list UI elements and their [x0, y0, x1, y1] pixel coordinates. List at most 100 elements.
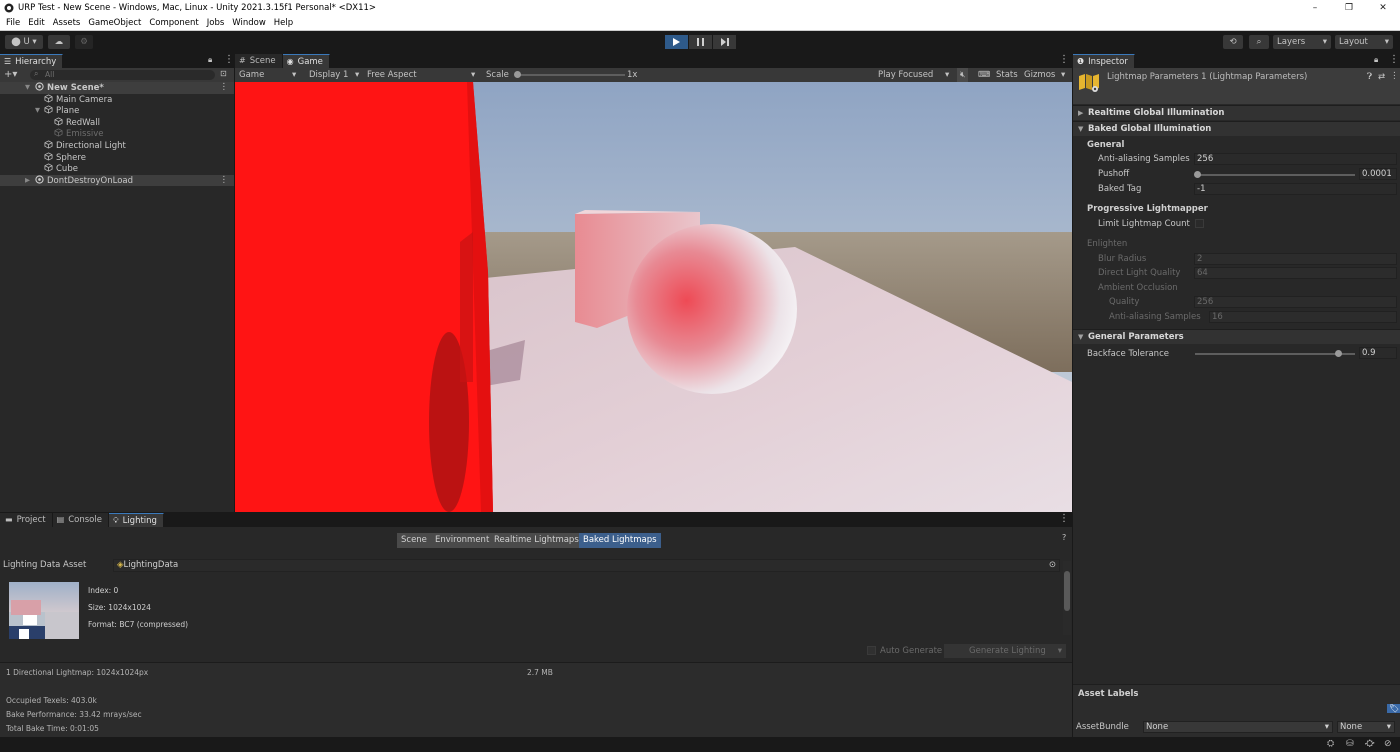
mute-audio-icon[interactable]: 🔇︎: [957, 68, 969, 82]
scale-slider[interactable]: [515, 74, 625, 76]
gizmos-button[interactable]: Gizmos: [1024, 68, 1055, 82]
expand-arrow-icon[interactable]: ▼: [35, 105, 40, 117]
tab-hierarchy[interactable]: ☰ Hierarchy: [0, 54, 64, 68]
lightmap-thumbnail[interactable]: [9, 582, 79, 639]
chevron-down-icon[interactable]: ▾: [471, 68, 475, 82]
add-icon[interactable]: +▾: [4, 68, 17, 82]
step-button[interactable]: [713, 35, 736, 49]
hierarchy-row-main-camera[interactable]: Main Camera: [0, 94, 234, 106]
minimize-button[interactable]: –: [1298, 0, 1332, 16]
hierarchy-row-new-scene[interactable]: ▼ New Scene* ⋮: [0, 82, 234, 94]
direct-light-quality-field[interactable]: 64: [1194, 267, 1397, 279]
subtab-baked-lightmaps[interactable]: Baked Lightmaps: [579, 533, 661, 548]
subtab-environment[interactable]: Environment: [431, 533, 494, 548]
hierarchy-row-directional-light[interactable]: Directional Light: [0, 140, 234, 152]
bake-status-icon[interactable]: ⊘: [1384, 739, 1392, 749]
chevron-down-icon[interactable]: ▾: [945, 68, 949, 82]
limit-lightmap-checkbox[interactable]: [1195, 219, 1204, 228]
kebab-menu-icon[interactable]: ⋮: [220, 175, 229, 187]
subtab-scene[interactable]: Scene: [397, 533, 431, 548]
kebab-menu-icon[interactable]: ⋮: [1390, 71, 1399, 81]
backface-slider-knob[interactable]: [1335, 350, 1342, 357]
search-button[interactable]: ⌕: [1249, 35, 1269, 49]
kebab-menu-icon[interactable]: ⋮: [224, 54, 234, 65]
display-dropdown[interactable]: Display 1: [309, 68, 348, 82]
object-picker-icon[interactable]: ⊙: [1049, 560, 1056, 571]
subtab-realtime-lightmaps[interactable]: Realtime Lightmaps: [490, 533, 583, 548]
tab-console[interactable]: ▤ Console: [52, 513, 109, 527]
layout-dropdown[interactable]: Layout ▾: [1335, 35, 1393, 49]
baked-tag-field[interactable]: -1: [1194, 183, 1397, 195]
backface-slider[interactable]: [1195, 353, 1355, 355]
section-general-params[interactable]: ▼ General Parameters: [1073, 329, 1400, 344]
menu-edit[interactable]: Edit: [28, 18, 44, 28]
layers-dropdown[interactable]: Layers ▾: [1273, 35, 1331, 49]
kebab-menu-icon[interactable]: ⋮: [220, 82, 229, 94]
progress-icon[interactable]: ⛭: [1327, 739, 1334, 749]
debug-mode-icon[interactable]: ⛮: [1365, 739, 1374, 749]
kebab-menu-icon[interactable]: ⋮: [1389, 54, 1399, 65]
close-button[interactable]: ✕: [1366, 0, 1400, 16]
shortcuts-keyboard-icon[interactable]: ⌨: [978, 68, 990, 82]
pushoff-field[interactable]: 0.0001: [1359, 168, 1397, 180]
hierarchy-search-input[interactable]: ⌕ All: [30, 69, 215, 80]
tab-inspector[interactable]: ❶ Inspector: [1073, 54, 1135, 68]
generate-lighting-button[interactable]: Generate Lighting ▾: [944, 644, 1066, 658]
play-focused-dropdown[interactable]: Play Focused: [878, 68, 933, 82]
hierarchy-row-sphere[interactable]: Sphere: [0, 152, 234, 164]
game-mode-dropdown[interactable]: Game: [239, 68, 264, 82]
hierarchy-row-redwall[interactable]: RedWall: [0, 117, 234, 129]
aspect-dropdown[interactable]: Free Aspect: [367, 68, 417, 82]
backface-tolerance-field[interactable]: 0.9: [1359, 347, 1397, 359]
assetbundle-dropdown[interactable]: None ▾: [1143, 721, 1333, 733]
hierarchy-row-dontdestroyonload[interactable]: ▶ DontDestroyOnLoad ⋮: [0, 174, 234, 187]
hierarchy-row-cube[interactable]: Cube: [0, 163, 234, 175]
tag-icon[interactable]: 🏷︎: [1387, 704, 1400, 713]
kebab-menu-icon[interactable]: ⋮: [1059, 513, 1069, 524]
ao-aa-samples-field[interactable]: 16: [1209, 311, 1397, 323]
expand-arrow-icon[interactable]: ▼: [25, 82, 30, 94]
menu-help[interactable]: Help: [274, 18, 293, 28]
tab-project[interactable]: ▬ Project: [0, 513, 53, 527]
menu-assets[interactable]: Assets: [53, 18, 81, 28]
cache-server-icon[interactable]: ⛁: [1346, 739, 1354, 749]
tab-scene[interactable]: # Scene: [235, 54, 283, 68]
kebab-menu-icon[interactable]: ⋮: [1059, 54, 1069, 65]
menu-window[interactable]: Window: [232, 18, 266, 28]
auto-generate-checkbox[interactable]: [867, 646, 876, 655]
help-icon[interactable]: ❓︎: [1367, 72, 1372, 82]
hierarchy-row-emissive[interactable]: Emissive: [0, 128, 234, 140]
assetbundle-variant-dropdown[interactable]: None ▾: [1337, 721, 1395, 733]
collab-button[interactable]: ⚙: [75, 35, 93, 49]
lightmap-scrollbar[interactable]: [1063, 561, 1071, 635]
section-baked-gi[interactable]: ▼ Baked Global Illumination: [1073, 121, 1400, 136]
menu-gameobject[interactable]: GameObject: [88, 18, 141, 28]
lock-icon[interactable]: 🔒︎: [208, 55, 212, 65]
lighting-data-field[interactable]: ◈LightingData ⊙: [113, 559, 1060, 572]
tab-game[interactable]: ◉ Game: [282, 54, 330, 68]
tab-lighting[interactable]: 💡︎ Lighting: [108, 513, 164, 527]
history-button[interactable]: ⟲: [1223, 35, 1243, 49]
ao-quality-field[interactable]: 256: [1194, 296, 1397, 308]
play-button[interactable]: [665, 35, 688, 49]
blur-radius-field[interactable]: 2: [1194, 253, 1397, 265]
account-button[interactable]: ⬤ U ▾: [5, 35, 43, 49]
expand-arrow-icon[interactable]: ▶: [25, 175, 30, 187]
scale-slider-knob[interactable]: [514, 71, 521, 78]
chevron-down-icon[interactable]: ▾: [292, 68, 296, 82]
pushoff-slider[interactable]: [1195, 174, 1355, 176]
presets-icon[interactable]: ⇄: [1378, 72, 1385, 82]
cloud-button[interactable]: ☁: [48, 35, 70, 49]
pushoff-slider-knob[interactable]: [1194, 171, 1201, 178]
help-icon[interactable]: ?: [1062, 533, 1066, 542]
pause-button[interactable]: [689, 35, 712, 49]
menu-component[interactable]: Component: [149, 18, 198, 28]
search-filter-icon[interactable]: ⊡: [220, 69, 227, 78]
game-viewport[interactable]: [235, 82, 1072, 512]
stats-button[interactable]: Stats: [996, 68, 1018, 82]
chevron-down-icon[interactable]: ▾: [355, 68, 359, 82]
aa-samples-field[interactable]: 256: [1194, 153, 1397, 165]
lock-icon[interactable]: 🔒︎: [1374, 55, 1378, 65]
menu-jobs[interactable]: Jobs: [207, 18, 225, 28]
maximize-button[interactable]: ❐: [1332, 0, 1366, 16]
